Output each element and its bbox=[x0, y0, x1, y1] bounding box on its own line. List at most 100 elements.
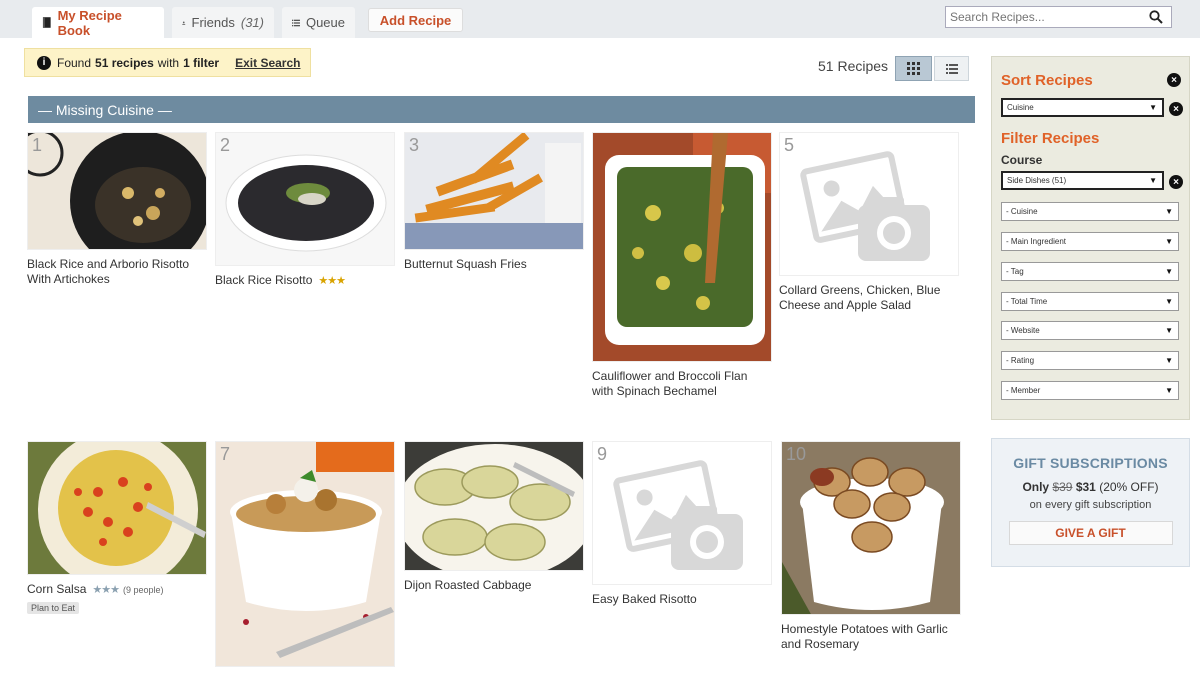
exit-search-link[interactable]: Exit Search bbox=[235, 56, 300, 70]
search-input[interactable] bbox=[946, 7, 1146, 27]
sort-recipes-heading: Sort Recipes bbox=[1001, 72, 1093, 89]
recipe-card[interactable]: 5 Collard Greens, Chicken, Blue Cheese a… bbox=[779, 132, 959, 313]
list-view-button[interactable] bbox=[934, 56, 969, 81]
course-label: Course bbox=[1001, 153, 1043, 167]
recipe-number: 2 bbox=[220, 135, 231, 155]
cuisine-filter-select[interactable]: - Cuisine ▼ bbox=[1001, 202, 1179, 221]
recipe-title[interactable]: Dijon Roasted Cabbage bbox=[404, 578, 584, 593]
chevron-down-icon: ▼ bbox=[1165, 386, 1173, 395]
gift-old-price: $39 bbox=[1052, 480, 1073, 494]
total-time-filter-select[interactable]: - Total Time ▼ bbox=[1001, 292, 1179, 311]
recipe-photo[interactable]: 10 bbox=[781, 441, 961, 615]
recipe-photo[interactable] bbox=[404, 441, 584, 571]
recipe-number: 7 bbox=[220, 444, 231, 464]
recipe-card[interactable]: 2 Black Rice Risotto ★★★ bbox=[215, 132, 395, 289]
recipe-photo[interactable] bbox=[592, 132, 772, 362]
list-view-icon bbox=[945, 63, 958, 74]
filter-value: - Member bbox=[1006, 386, 1041, 395]
filter-value: - Rating bbox=[1006, 356, 1035, 365]
found-prefix: Found bbox=[57, 55, 92, 70]
clear-course-icon[interactable]: × bbox=[1169, 175, 1183, 189]
tab-label: My Recipe Book bbox=[57, 7, 122, 38]
filter-value: - Main Ingredient bbox=[1006, 237, 1067, 246]
give-a-gift-button[interactable]: GIVE A GIFT bbox=[1008, 521, 1173, 545]
filter-value: - Website bbox=[1006, 326, 1040, 335]
main-ingredient-filter-select[interactable]: - Main Ingredient ▼ bbox=[1001, 232, 1179, 251]
search-box bbox=[945, 6, 1172, 28]
gift-new-price: $31 bbox=[1075, 480, 1096, 494]
list-icon bbox=[292, 19, 300, 26]
filter-value: - Cuisine bbox=[1006, 207, 1038, 216]
rating-filter-select[interactable]: - Rating ▼ bbox=[1001, 351, 1179, 370]
grid-view-button[interactable] bbox=[895, 56, 932, 81]
found-count: 51 recipes bbox=[95, 55, 154, 70]
info-icon: i bbox=[37, 55, 51, 70]
grid-icon bbox=[907, 62, 920, 75]
website-filter-select[interactable]: - Website ▼ bbox=[1001, 321, 1179, 340]
top-navigation-bar: My Recipe Book Friends (31) Queue Add Re… bbox=[0, 0, 1200, 38]
tab-my-recipe-book[interactable]: My Recipe Book bbox=[32, 7, 164, 38]
person-icon bbox=[182, 20, 186, 25]
rating-stars: ★★★ bbox=[92, 584, 120, 596]
course-select[interactable]: Side Dishes (51) ▼ bbox=[1001, 171, 1164, 190]
recipe-title[interactable]: Black Rice Risotto bbox=[215, 273, 312, 287]
recipe-title[interactable]: Homestyle Potatoes with Garlic and Rosem… bbox=[781, 622, 961, 652]
filter-value: - Tag bbox=[1006, 267, 1024, 276]
photo-placeholder-icon bbox=[593, 442, 771, 584]
recipe-card[interactable]: 10 Homestyle Potatoes with Garlic and Ro… bbox=[781, 441, 961, 652]
tab-label: Queue bbox=[305, 15, 345, 30]
tab-queue[interactable]: Queue bbox=[282, 7, 355, 38]
recipe-title[interactable]: Easy Baked Risotto bbox=[592, 592, 772, 607]
sort-value: Cuisine bbox=[1007, 103, 1034, 112]
sort-select[interactable]: Cuisine ▼ bbox=[1001, 98, 1164, 117]
filter-value: - Total Time bbox=[1006, 297, 1048, 306]
recipe-number: 10 bbox=[786, 444, 807, 464]
close-icon[interactable]: × bbox=[1167, 73, 1181, 87]
clear-sort-icon[interactable]: × bbox=[1169, 102, 1183, 116]
tag-filter-select[interactable]: - Tag ▼ bbox=[1001, 262, 1179, 281]
gift-description: on every gift subscription bbox=[1029, 499, 1152, 511]
recipe-photo[interactable] bbox=[27, 441, 207, 575]
plan-to-eat-badge[interactable]: Plan to Eat bbox=[27, 602, 80, 614]
recipe-photo[interactable]: 2 bbox=[215, 132, 395, 266]
chevron-down-icon: ▼ bbox=[1165, 267, 1173, 276]
gift-title: GIFT SUBSCRIPTIONS bbox=[1013, 455, 1168, 471]
chevron-down-icon: ▼ bbox=[1165, 207, 1173, 216]
recipe-photo-placeholder[interactable]: 5 bbox=[779, 132, 959, 276]
tab-friends[interactable]: Friends (31) bbox=[172, 7, 274, 38]
filter-count: 1 filter bbox=[183, 55, 220, 70]
recipe-number: 5 bbox=[784, 135, 795, 155]
recipe-card[interactable]: Dijon Roasted Cabbage bbox=[404, 441, 584, 593]
recipe-photo[interactable]: 1 bbox=[27, 132, 207, 250]
recipe-number: 3 bbox=[409, 135, 420, 155]
recipe-photo[interactable]: 3 bbox=[404, 132, 584, 250]
rating-stars: ★★★ bbox=[318, 275, 346, 287]
rating-count: (9 people) bbox=[122, 585, 164, 595]
member-filter-select[interactable]: - Member ▼ bbox=[1001, 381, 1179, 400]
recipe-card[interactable]: 9 Easy Baked Risotto bbox=[592, 441, 772, 607]
chevron-down-icon: ▼ bbox=[1165, 237, 1173, 246]
recipe-card[interactable]: 7 bbox=[215, 441, 395, 667]
chevron-down-icon: ▼ bbox=[1165, 297, 1173, 306]
recipe-photo[interactable]: 7 bbox=[215, 441, 395, 667]
recipe-title[interactable]: Cauliflower and Broccoli Flan with Spina… bbox=[592, 369, 772, 399]
recipe-number: 9 bbox=[597, 444, 608, 464]
filter-recipes-heading: Filter Recipes bbox=[1001, 130, 1100, 147]
recipe-title-row: Corn Salsa ★★★ (9 people) bbox=[27, 582, 207, 598]
recipe-card[interactable]: Cauliflower and Broccoli Flan with Spina… bbox=[592, 132, 772, 399]
search-icon[interactable] bbox=[1146, 7, 1166, 27]
recipe-title[interactable]: Black Rice and Arborio Risotto With Arti… bbox=[27, 257, 207, 287]
recipe-title[interactable]: Collard Greens, Chicken, Blue Cheese and… bbox=[779, 283, 959, 313]
recipe-card[interactable]: 3 Butternut Squash Fries bbox=[404, 132, 584, 272]
gift-discount: (20% OFF) bbox=[1099, 480, 1159, 494]
recipe-card[interactable]: Corn Salsa ★★★ (9 people) Plan to Eat bbox=[27, 441, 207, 616]
section-header-missing-cuisine: — Missing Cuisine — bbox=[28, 96, 975, 123]
recipe-title[interactable]: Corn Salsa bbox=[27, 582, 86, 596]
recipe-photo-placeholder[interactable]: 9 bbox=[592, 441, 772, 585]
book-icon bbox=[42, 17, 51, 28]
chevron-down-icon: ▼ bbox=[1149, 176, 1157, 185]
recipe-title[interactable]: Butternut Squash Fries bbox=[404, 257, 584, 272]
recipe-card[interactable]: 1 Black Rice and Arborio Risotto With Ar… bbox=[27, 132, 207, 287]
with-text: with bbox=[157, 55, 180, 70]
add-recipe-button[interactable]: Add Recipe bbox=[368, 8, 463, 32]
